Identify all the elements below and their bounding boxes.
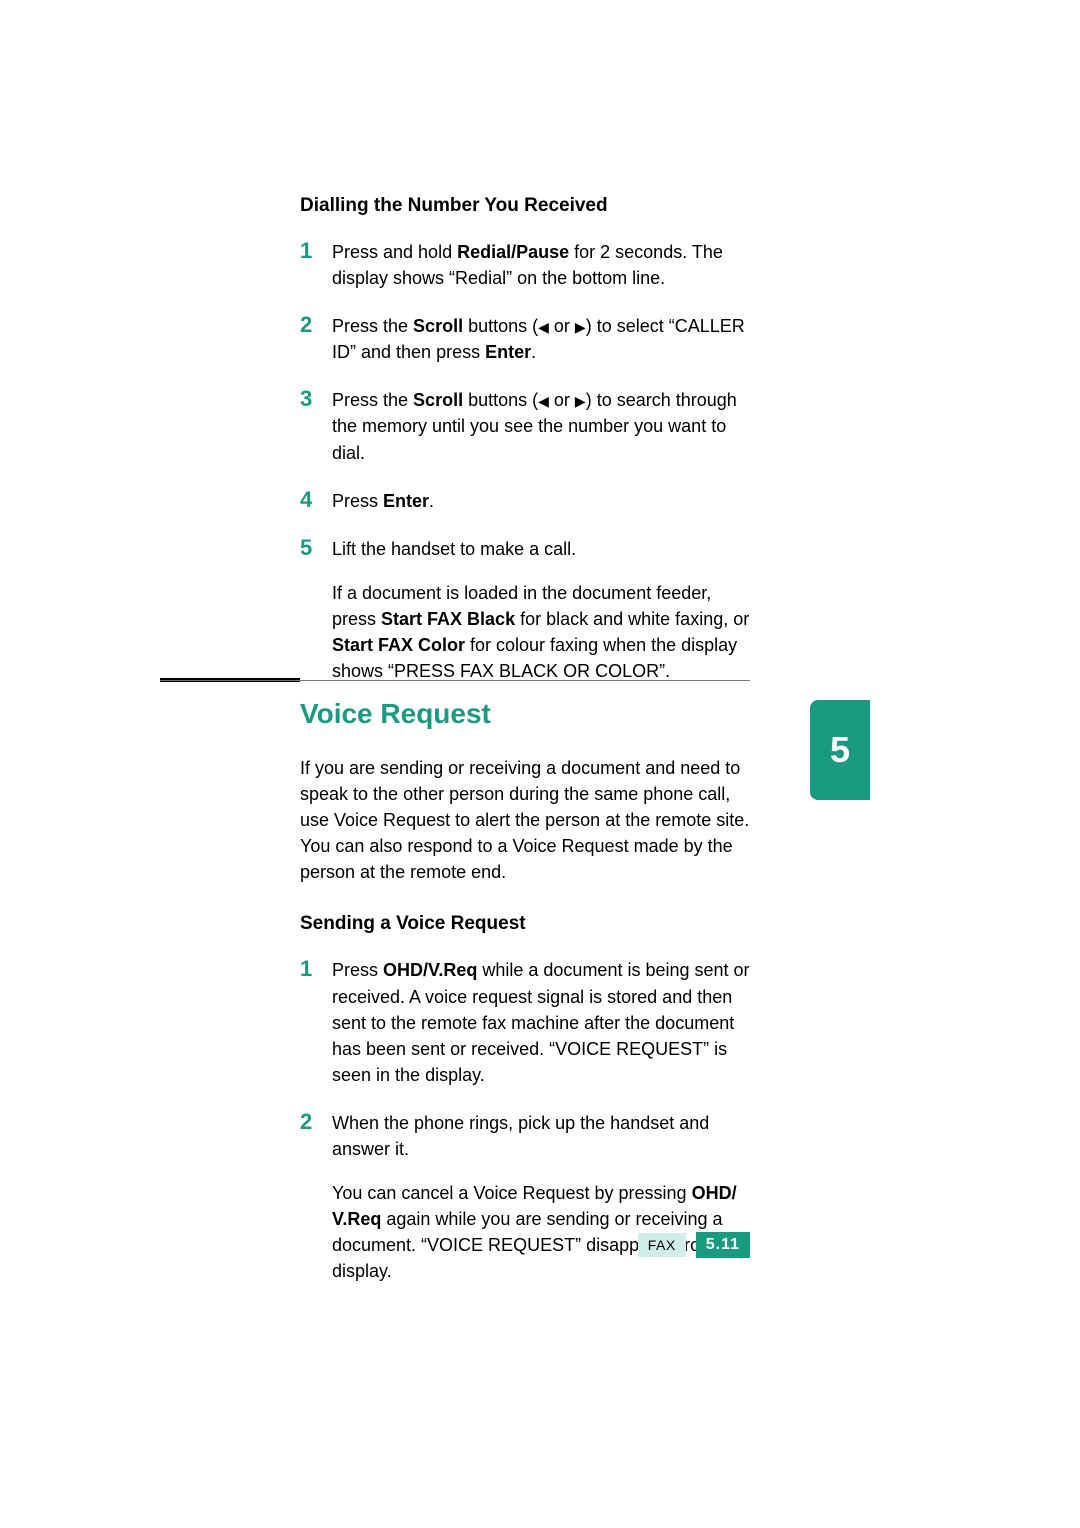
- bold-text: Enter: [383, 491, 429, 511]
- step-body: Press the Scroll buttons (◀ or ▶) to sea…: [332, 387, 750, 465]
- triangle-left-icon: ◀: [538, 317, 549, 337]
- step-paragraph: Press the Scroll buttons (◀ or ▶) to sea…: [332, 387, 750, 465]
- section-rule: [160, 680, 750, 681]
- numbered-step: 1Press and hold Redial/Pause for 2 secon…: [300, 239, 750, 291]
- bold-text: Redial/Pause: [457, 242, 569, 262]
- voice-request-intro: If you are sending or receiving a docume…: [300, 755, 750, 885]
- steps-list-1: 1Press and hold Redial/Pause for 2 secon…: [300, 239, 750, 684]
- step-body: Lift the handset to make a call. If a doc…: [332, 536, 750, 684]
- subheading-sending-voice-request: Sending a Voice Request: [300, 913, 750, 935]
- step-body: Press the Scroll buttons (◀ or ▶) to sel…: [332, 313, 750, 365]
- step-paragraph: Press OHD/V.Req while a document is bein…: [332, 957, 750, 1087]
- footer-section-label: FAX: [638, 1233, 686, 1257]
- step-number: 5: [300, 536, 332, 560]
- numbered-step: 2When the phone rings, pick up the hands…: [300, 1110, 750, 1285]
- step-number: 3: [300, 387, 332, 411]
- step-paragraph: Press Enter.: [332, 488, 750, 514]
- section-voice-request: If you are sending or receiving a docume…: [300, 755, 750, 1307]
- step-paragraph: Press the Scroll buttons (◀ or ▶) to sel…: [332, 313, 750, 365]
- step-number: 1: [300, 957, 332, 981]
- triangle-right-icon: ▶: [575, 391, 586, 411]
- bold-text: Enter: [485, 342, 531, 362]
- numbered-step: 2Press the Scroll buttons (◀ or ▶) to se…: [300, 313, 750, 365]
- numbered-step: 3Press the Scroll buttons (◀ or ▶) to se…: [300, 387, 750, 465]
- numbered-step: 4Press Enter.: [300, 488, 750, 514]
- page: Dialling the Number You Received 1Press …: [0, 0, 1080, 1528]
- numbered-step: 1Press OHD/V.Req while a document is bei…: [300, 957, 750, 1087]
- bold-text: Start FAX Color: [332, 635, 465, 655]
- step-body: When the phone rings, pick up the handse…: [332, 1110, 750, 1285]
- step-number: 2: [300, 313, 332, 337]
- triangle-right-icon: ▶: [575, 317, 586, 337]
- bold-text: Scroll: [413, 316, 463, 336]
- step-paragraph: When the phone rings, pick up the handse…: [332, 1110, 750, 1162]
- step-body: Press OHD/V.Req while a document is bein…: [332, 957, 750, 1087]
- chapter-tab: 5: [810, 700, 870, 800]
- bold-text: OHD/ V.Req: [332, 1183, 737, 1229]
- step-number: 4: [300, 488, 332, 512]
- triangle-left-icon: ◀: [538, 391, 549, 411]
- bold-text: Start FAX Black: [381, 609, 515, 629]
- section-title-voice-request: Voice Request: [300, 698, 491, 730]
- footer-page-number: 5.11: [696, 1232, 750, 1258]
- step-paragraph: If a document is loaded in the document …: [332, 580, 750, 684]
- page-footer: FAX 5.11: [300, 1232, 750, 1258]
- step-body: Press Enter.: [332, 488, 750, 514]
- step-paragraph: Lift the handset to make a call.: [332, 536, 750, 562]
- step-number: 2: [300, 1110, 332, 1134]
- subheading-dialling: Dialling the Number You Received: [300, 195, 750, 217]
- step-paragraph: Press and hold Redial/Pause for 2 second…: [332, 239, 750, 291]
- numbered-step: 5Lift the handset to make a call. If a do…: [300, 536, 750, 684]
- bold-text: Scroll: [413, 390, 463, 410]
- bold-text: OHD/V.Req: [383, 960, 477, 980]
- section-dialling: Dialling the Number You Received 1Press …: [300, 195, 750, 706]
- step-number: 1: [300, 239, 332, 263]
- step-body: Press and hold Redial/Pause for 2 second…: [332, 239, 750, 291]
